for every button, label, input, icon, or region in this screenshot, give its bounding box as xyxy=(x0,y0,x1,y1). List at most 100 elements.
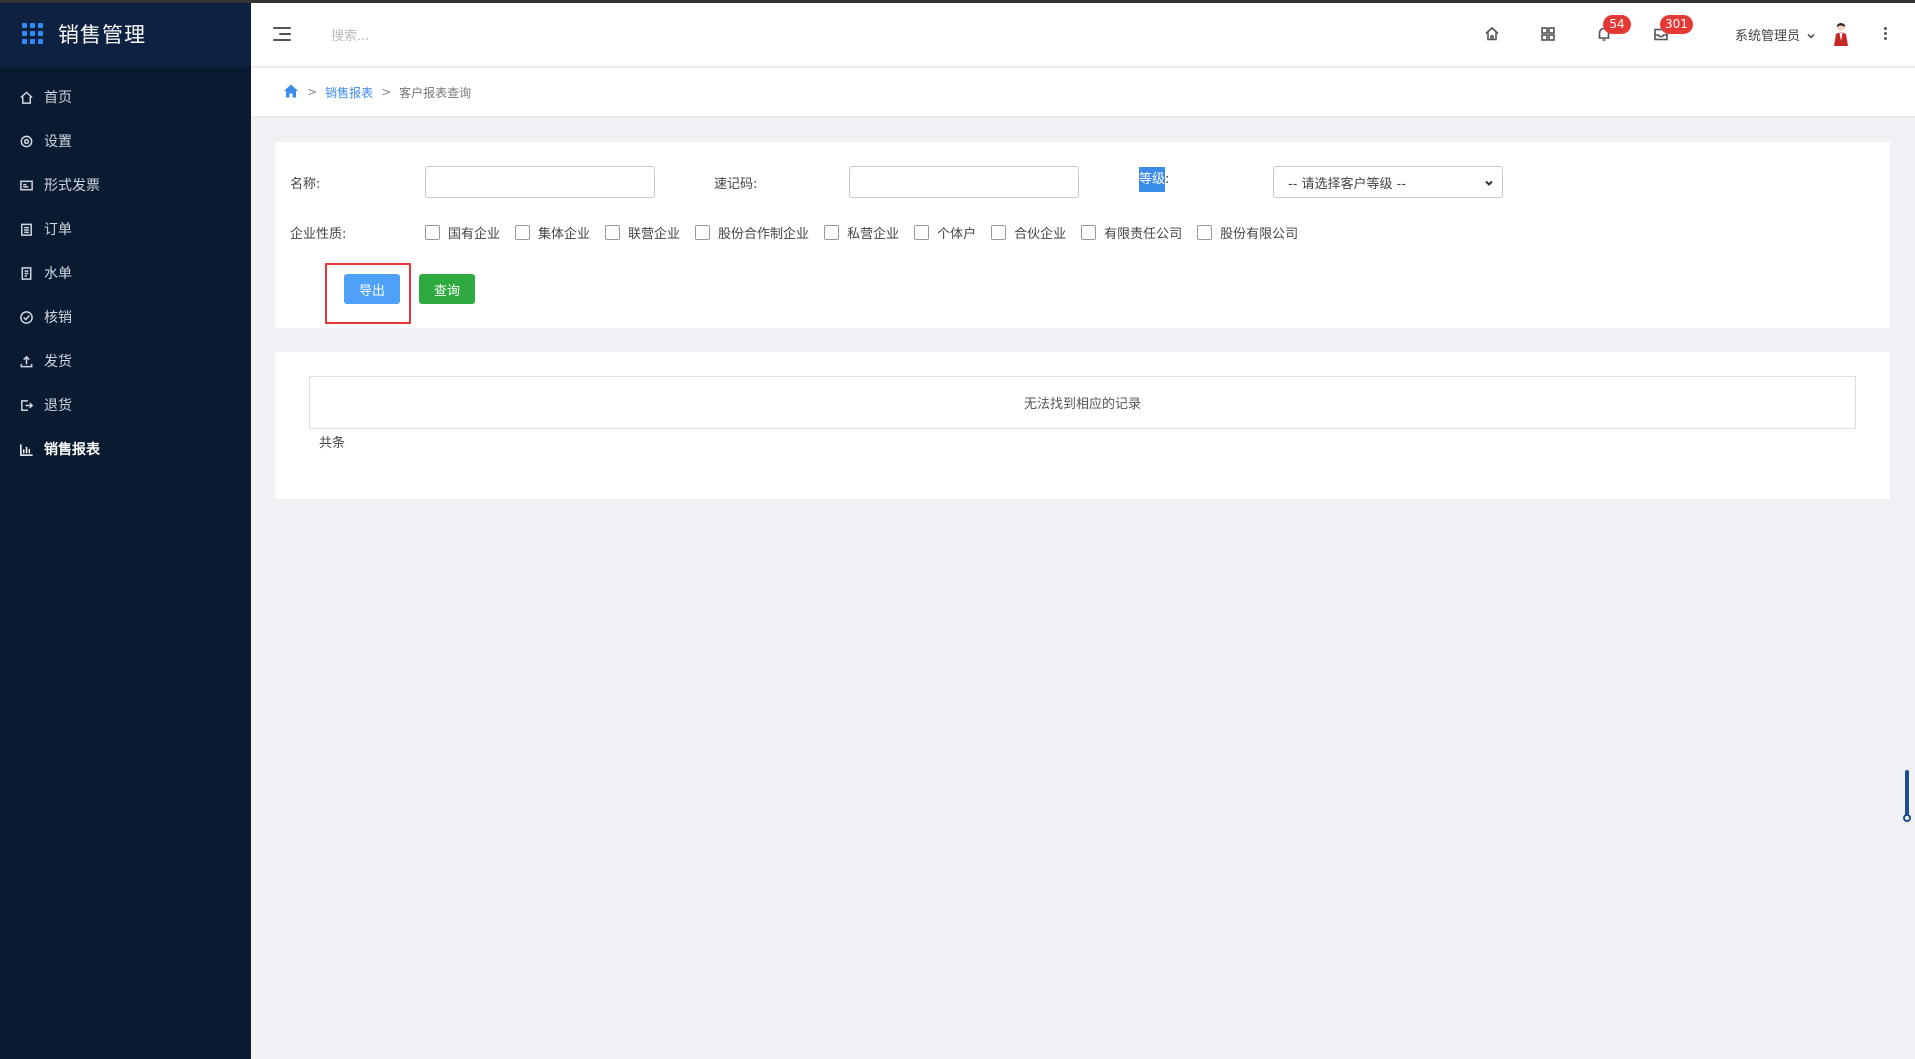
sidebar-item-write-off[interactable]: 核销 xyxy=(0,295,251,339)
avatar[interactable] xyxy=(1831,21,1851,47)
checkbox[interactable] xyxy=(824,225,840,240)
messages-badge: 301 xyxy=(1660,15,1693,34)
sidebar-item-sales-report[interactable]: 销售报表 xyxy=(0,427,251,471)
nature-checkbox-private[interactable]: 私营企业 xyxy=(824,223,899,242)
messages-button[interactable]: 301 xyxy=(1652,15,1693,45)
nature-checkbox-partnership[interactable]: 合伙企业 xyxy=(991,223,1066,242)
code-label: 速记码: xyxy=(714,177,758,192)
query-button[interactable]: 查询 xyxy=(419,274,475,304)
search-input[interactable] xyxy=(331,21,591,51)
sidebar-item-shipping[interactable]: 发货 xyxy=(0,339,251,383)
sidebar-item-label: 订单 xyxy=(44,222,72,238)
clipboard-icon xyxy=(18,221,34,237)
user-menu[interactable]: 系统管理员 xyxy=(1735,25,1816,44)
receipt-icon xyxy=(18,265,34,281)
shorthand-code-input[interactable] xyxy=(849,166,1079,198)
total-count: 共条 xyxy=(319,436,346,451)
sidebar-item-label: 首页 xyxy=(44,90,72,106)
scroll-indicator[interactable] xyxy=(1903,770,1911,826)
enterprise-nature-options: 国有企业 集体企业 联营企业 股份合作制企业 私营企业 个体户 合伙企业 有限责… xyxy=(425,223,1313,242)
checkbox[interactable] xyxy=(1197,225,1213,240)
checkbox[interactable] xyxy=(425,225,440,240)
top-header: 54 301 系统管理员 xyxy=(251,3,1915,67)
level-label-highlight: 等级 xyxy=(1139,167,1166,192)
sidebar-item-settings[interactable]: 设置 xyxy=(0,119,251,163)
name-input[interactable] xyxy=(425,166,655,198)
chevron-down-icon xyxy=(1484,177,1494,187)
checkbox[interactable] xyxy=(991,225,1007,240)
sidebar-item-label: 发货 xyxy=(44,354,72,370)
nature-checkbox-joint-venture[interactable]: 联营企业 xyxy=(605,223,680,242)
sidebar-item-label: 退货 xyxy=(44,398,72,414)
brand-title: 销售管理 xyxy=(58,22,146,47)
sidebar: 销售管理 首页 设置 形式发票 订单 水单 核销 发货 退货 销售报表 xyxy=(0,0,251,1059)
nature-checkbox-joint-stock[interactable]: 股份有限公司 xyxy=(1197,223,1298,242)
checkbox[interactable] xyxy=(1081,225,1097,240)
home-icon[interactable] xyxy=(1483,25,1503,45)
checkbox-label: 个体户 xyxy=(937,227,977,242)
checkbox-label: 有限责任公司 xyxy=(1104,227,1183,242)
export-button[interactable]: 导出 xyxy=(344,274,400,304)
home-icon xyxy=(18,89,34,105)
check-circle-icon xyxy=(18,309,34,325)
nature-checkbox-collective[interactable]: 集体企业 xyxy=(515,223,590,242)
customer-level-select-value: -- 请选择客户等级 -- xyxy=(1288,176,1407,192)
checkbox-label: 股份合作制企业 xyxy=(718,227,810,242)
checkbox-label: 国有企业 xyxy=(448,227,501,242)
sidebar-item-orders[interactable]: 订单 xyxy=(0,207,251,251)
checkbox-label: 联营企业 xyxy=(628,227,681,242)
sidebar-item-label: 设置 xyxy=(44,134,72,150)
results-table-empty: 无法找到相应的记录 xyxy=(309,376,1856,429)
results-panel: 无法找到相应的记录 共条 xyxy=(275,352,1890,499)
breadcrumb-current: 客户报表查询 xyxy=(399,85,472,100)
menu-toggle-icon[interactable] xyxy=(273,25,293,43)
enterprise-nature-label: 企业性质: xyxy=(290,227,347,242)
gear-icon xyxy=(18,133,34,149)
checkbox-label: 股份有限公司 xyxy=(1220,227,1299,242)
sidebar-item-label: 核销 xyxy=(44,310,72,326)
empty-message: 无法找到相应的记录 xyxy=(1023,397,1141,412)
window-top-border xyxy=(0,0,1915,3)
filter-panel: 名称: 速记码: 等级: -- 请选择客户等级 -- 企业性质: 国有企业 集体… xyxy=(275,142,1890,328)
checkbox[interactable] xyxy=(515,225,531,240)
breadcrumb-sales-report[interactable]: 销售报表 xyxy=(325,84,373,101)
invoice-icon xyxy=(18,177,34,193)
notifications-button[interactable]: 54 xyxy=(1595,15,1631,45)
checkbox-label: 合伙企业 xyxy=(1014,227,1067,242)
nature-checkbox-llc[interactable]: 有限责任公司 xyxy=(1081,223,1182,242)
return-icon xyxy=(18,397,34,413)
level-label-colon: : xyxy=(1165,172,1170,187)
nature-checkbox-joint-stock-cooperative[interactable]: 股份合作制企业 xyxy=(695,223,809,242)
checkbox[interactable] xyxy=(605,225,621,240)
nature-checkbox-individual[interactable]: 个体户 xyxy=(914,223,976,242)
apps-grid-icon xyxy=(22,22,44,45)
apps-grid-icon[interactable] xyxy=(1539,25,1559,45)
brand: 销售管理 xyxy=(0,0,251,67)
sidebar-item-label: 销售报表 xyxy=(44,442,100,458)
sidebar-item-proforma-invoice[interactable]: 形式发票 xyxy=(0,163,251,207)
upload-icon xyxy=(18,353,34,369)
sidebar-menu: 首页 设置 形式发票 订单 水单 核销 发货 退货 销售报表 xyxy=(0,67,251,471)
breadcrumb-home-icon[interactable] xyxy=(283,83,299,102)
name-label: 名称: xyxy=(290,177,321,192)
checkbox[interactable] xyxy=(695,225,711,240)
sidebar-item-label: 水单 xyxy=(44,266,72,282)
checkbox[interactable] xyxy=(914,225,930,240)
bar-chart-icon xyxy=(18,441,34,457)
breadcrumb: > 销售报表 > 客户报表查询 xyxy=(251,68,1915,117)
breadcrumb-separator: > xyxy=(381,85,392,99)
customer-level-select[interactable]: -- 请选择客户等级 -- xyxy=(1273,166,1503,198)
sidebar-item-label: 形式发票 xyxy=(44,178,100,194)
more-options-icon[interactable] xyxy=(1880,25,1890,45)
checkbox-label: 私营企业 xyxy=(847,227,900,242)
nature-checkbox-state-owned[interactable]: 国有企业 xyxy=(425,223,500,242)
breadcrumb-separator: > xyxy=(307,85,318,99)
sidebar-item-home[interactable]: 首页 xyxy=(0,75,251,119)
sidebar-item-returns[interactable]: 退货 xyxy=(0,383,251,427)
chevron-down-icon xyxy=(1806,30,1816,40)
user-name: 系统管理员 xyxy=(1735,29,1801,44)
level-label: 等级: xyxy=(1139,167,1170,192)
checkbox-label: 集体企业 xyxy=(538,227,591,242)
sidebar-item-receipts[interactable]: 水单 xyxy=(0,251,251,295)
notifications-badge: 54 xyxy=(1603,15,1631,34)
